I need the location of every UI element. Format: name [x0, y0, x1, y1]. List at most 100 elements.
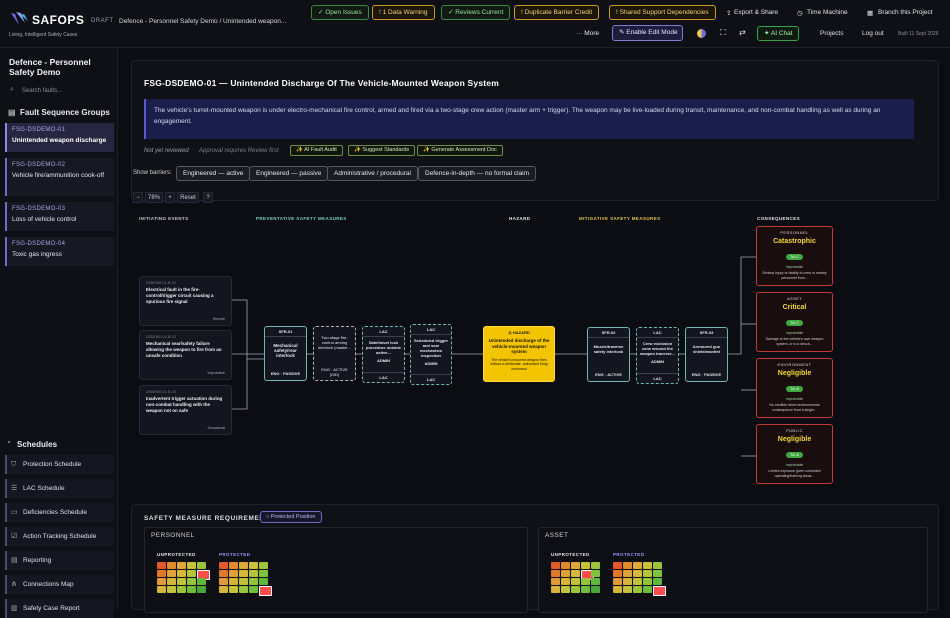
- theme-toggle-icon[interactable]: [697, 29, 706, 38]
- preventative-lac-safe-lock[interactable]: LAC Safe/travel lock procedure outside a…: [362, 326, 405, 383]
- fullscreen-icon[interactable]: ⛶: [720, 28, 726, 38]
- branch-project-button[interactable]: Branch this Project: [878, 9, 933, 16]
- event-text: Mechanical sear/safety failure allowing …: [146, 341, 222, 358]
- logout-link[interactable]: Log out: [862, 30, 884, 37]
- matrix-cell: [229, 586, 238, 593]
- matrix-cell: [551, 586, 560, 593]
- schedule-label: Connections Map: [23, 581, 74, 588]
- matrix-cell: [157, 586, 166, 593]
- deficiencies-schedule-link[interactable]: ▭ Deficiencies Schedule: [5, 503, 114, 522]
- safety-case-report-link[interactable]: ▥ Safety Case Report: [5, 599, 114, 618]
- matrix-cell: [239, 570, 248, 577]
- mitigative-sfr-02[interactable]: SFR-02 Muzzle/traverse safety interlock …: [587, 327, 630, 382]
- collapse-icon[interactable]: •: [8, 440, 10, 446]
- reviews-current-chip[interactable]: ✓ Reviews Current: [441, 5, 511, 20]
- fsg-item-01[interactable]: FSG-DSDEMO-01 Unintended weapon discharg…: [5, 123, 114, 152]
- connections-map-link[interactable]: ⋔ Connections Map: [5, 575, 114, 594]
- consequence-text: Serious injury or fatality to crew or ne…: [762, 271, 827, 280]
- hazard-text: The vehicle's mounted weapon fires witho…: [490, 357, 548, 371]
- matrix-protected-label: PROTECTED: [219, 552, 251, 557]
- measure-type: ENG · ACTIVE (DiD): [321, 367, 348, 377]
- duplicate-barrier-chip[interactable]: ! Duplicate Barrier Credit: [514, 5, 600, 20]
- lac-label: LAC: [637, 373, 678, 381]
- measure-type: ADMIN: [376, 358, 391, 363]
- measure-title: Muzzle/traverse safety interlock: [593, 344, 624, 354]
- hazard-title: Unintended discharge of the vehicle-moun…: [488, 338, 550, 354]
- ai-chat-button[interactable]: ✦ AI Chat: [757, 26, 799, 41]
- measure-title: Armoured gun shield/mantlet: [692, 344, 721, 354]
- matrix-cell: [249, 578, 258, 585]
- swap-icon[interactable]: ⇄: [739, 28, 746, 37]
- matrix-unprotected-label: UNPROTECTED: [157, 552, 196, 557]
- consequence-asset[interactable]: ASSET Critical Tol. C Improbable Damage …: [756, 292, 833, 352]
- measure-tag: LAC: [637, 328, 678, 338]
- measure-title: Crew exclusion zone around the weapon tr…: [640, 341, 675, 356]
- initiating-event-2[interactable]: DSDEMO-01-IE-02 Mechanical sear/safety f…: [139, 330, 232, 380]
- consequence-severity: Negligible: [777, 370, 812, 377]
- more-button[interactable]: ··· More: [576, 30, 599, 37]
- export-share-button[interactable]: Export & Share: [734, 9, 778, 16]
- consequence-category: PUBLIC: [786, 428, 803, 433]
- data-warning-chip[interactable]: ! 1 Data Warning: [372, 5, 435, 20]
- initiating-event-3[interactable]: DSDEMO-01-IE-03 Inadvertent trigger actu…: [139, 385, 232, 435]
- tolerability-badge: Tol. A: [786, 386, 803, 392]
- requirements-title: SAFETY MEASURE REQUIREMENTS: [144, 515, 275, 522]
- schedule-label: Reporting: [23, 557, 52, 564]
- lac-label: LAC: [363, 372, 404, 380]
- matrix-cell: [229, 578, 238, 585]
- tolerability-badge: Tol. C: [786, 320, 803, 326]
- tolerability-badge: Tol. C: [786, 254, 803, 260]
- fsg-item-02[interactable]: FSG-DSDEMO-02 Vehicle fire/ammunition co…: [5, 158, 114, 196]
- action-tracking-link[interactable]: ☑ Action Tracking Schedule: [5, 527, 114, 546]
- time-machine-button[interactable]: Time Machine: [807, 9, 848, 16]
- hazard-tag: ⚠ HAZARD: [508, 330, 530, 335]
- fsg-id: FSG-DSDEMO-04: [12, 241, 66, 247]
- mitigative-lac-exclusion[interactable]: LAC Crew exclusion zone around the weapo…: [636, 327, 679, 384]
- matrix-cell: [177, 586, 186, 593]
- initiating-event-1[interactable]: DSDEMO-01-IE-01 Electrical fault in the …: [139, 276, 232, 326]
- fsg-item-03[interactable]: FSG-DSDEMO-03 Loss of vehicle control: [5, 202, 114, 231]
- clock-icon: ◷: [797, 10, 803, 17]
- consequence-environment[interactable]: ENVIRONMENT Negligible Tol. A Improbable…: [756, 358, 833, 418]
- consequence-likelihood: Improbable: [785, 397, 804, 401]
- hazard-node[interactable]: ⚠ HAZARD Unintended discharge of the veh…: [483, 326, 555, 382]
- consequence-public[interactable]: PUBLIC Negligible Tol. A Improbable Limi…: [756, 424, 833, 484]
- reporting-link[interactable]: ▤ Reporting: [5, 551, 114, 570]
- brand-tagline: Living, Intelligent Safety Cases: [9, 32, 78, 38]
- consequence-text: Damage to the vehicle's own weapon syste…: [765, 337, 824, 346]
- schedules-heading: Schedules: [17, 440, 58, 449]
- lac-label: LAC: [411, 374, 451, 382]
- fsg-item-04[interactable]: FSG-DSDEMO-04 Toxic gas ingress: [5, 237, 114, 266]
- matrix-cell: [259, 570, 268, 577]
- enable-edit-button[interactable]: ✎ Enable Edit Mode: [612, 25, 683, 41]
- lac-schedule-link[interactable]: ☰ LAC Schedule: [5, 479, 114, 498]
- report-icon: ▤: [11, 557, 18, 564]
- search-input[interactable]: Search faults...: [9, 85, 109, 97]
- matrix-cell: [633, 562, 642, 569]
- protected-position-toggle[interactable]: ○ Protected Position: [260, 511, 322, 523]
- measure-title: Two-stage fire-control arming interlock …: [318, 335, 351, 350]
- shared-support-chip[interactable]: ! Shared Support Dependencies: [609, 5, 716, 20]
- breadcrumb[interactable]: Defence - Personnel Safety Demo / Uninte…: [119, 18, 286, 25]
- event-id: DSDEMO-01-IE-02: [146, 335, 176, 339]
- preventative-interlock[interactable]: Two-stage fire-control arming interlock …: [313, 326, 356, 381]
- matrix-cell: [633, 578, 642, 585]
- mitigative-sfr-03[interactable]: SFR-03 Armoured gun shield/mantlet ENG ·…: [685, 327, 728, 382]
- matrix-protected-label: PROTECTED: [613, 552, 645, 557]
- matrix-label: PERSONNEL: [151, 532, 195, 539]
- matrix-cell: [571, 570, 580, 577]
- preventative-lac-inspection[interactable]: LAC Scheduled trigger and sear mechanism…: [410, 324, 452, 385]
- open-issues-chip[interactable]: ✓ Open Issues: [311, 5, 369, 20]
- matrix-cell: [259, 586, 272, 596]
- matrix-cell: [653, 578, 662, 585]
- logo-icon: [11, 12, 28, 25]
- matrix-cell: [581, 578, 590, 585]
- matrix-cell: [187, 586, 196, 593]
- consequence-personnel[interactable]: PERSONNEL Catastrophic Tol. C Improbable…: [756, 226, 833, 286]
- projects-link[interactable]: Projects: [820, 30, 843, 37]
- matrix-cell: [613, 562, 622, 569]
- matrix-cell: [157, 562, 166, 569]
- protection-schedule-link[interactable]: ⛉ Protection Schedule: [5, 455, 114, 474]
- preventative-sfr-01[interactable]: SFR-01 Mechanical safety/rear interlock …: [264, 326, 307, 381]
- fsg-id: FSG-DSDEMO-03: [12, 206, 66, 212]
